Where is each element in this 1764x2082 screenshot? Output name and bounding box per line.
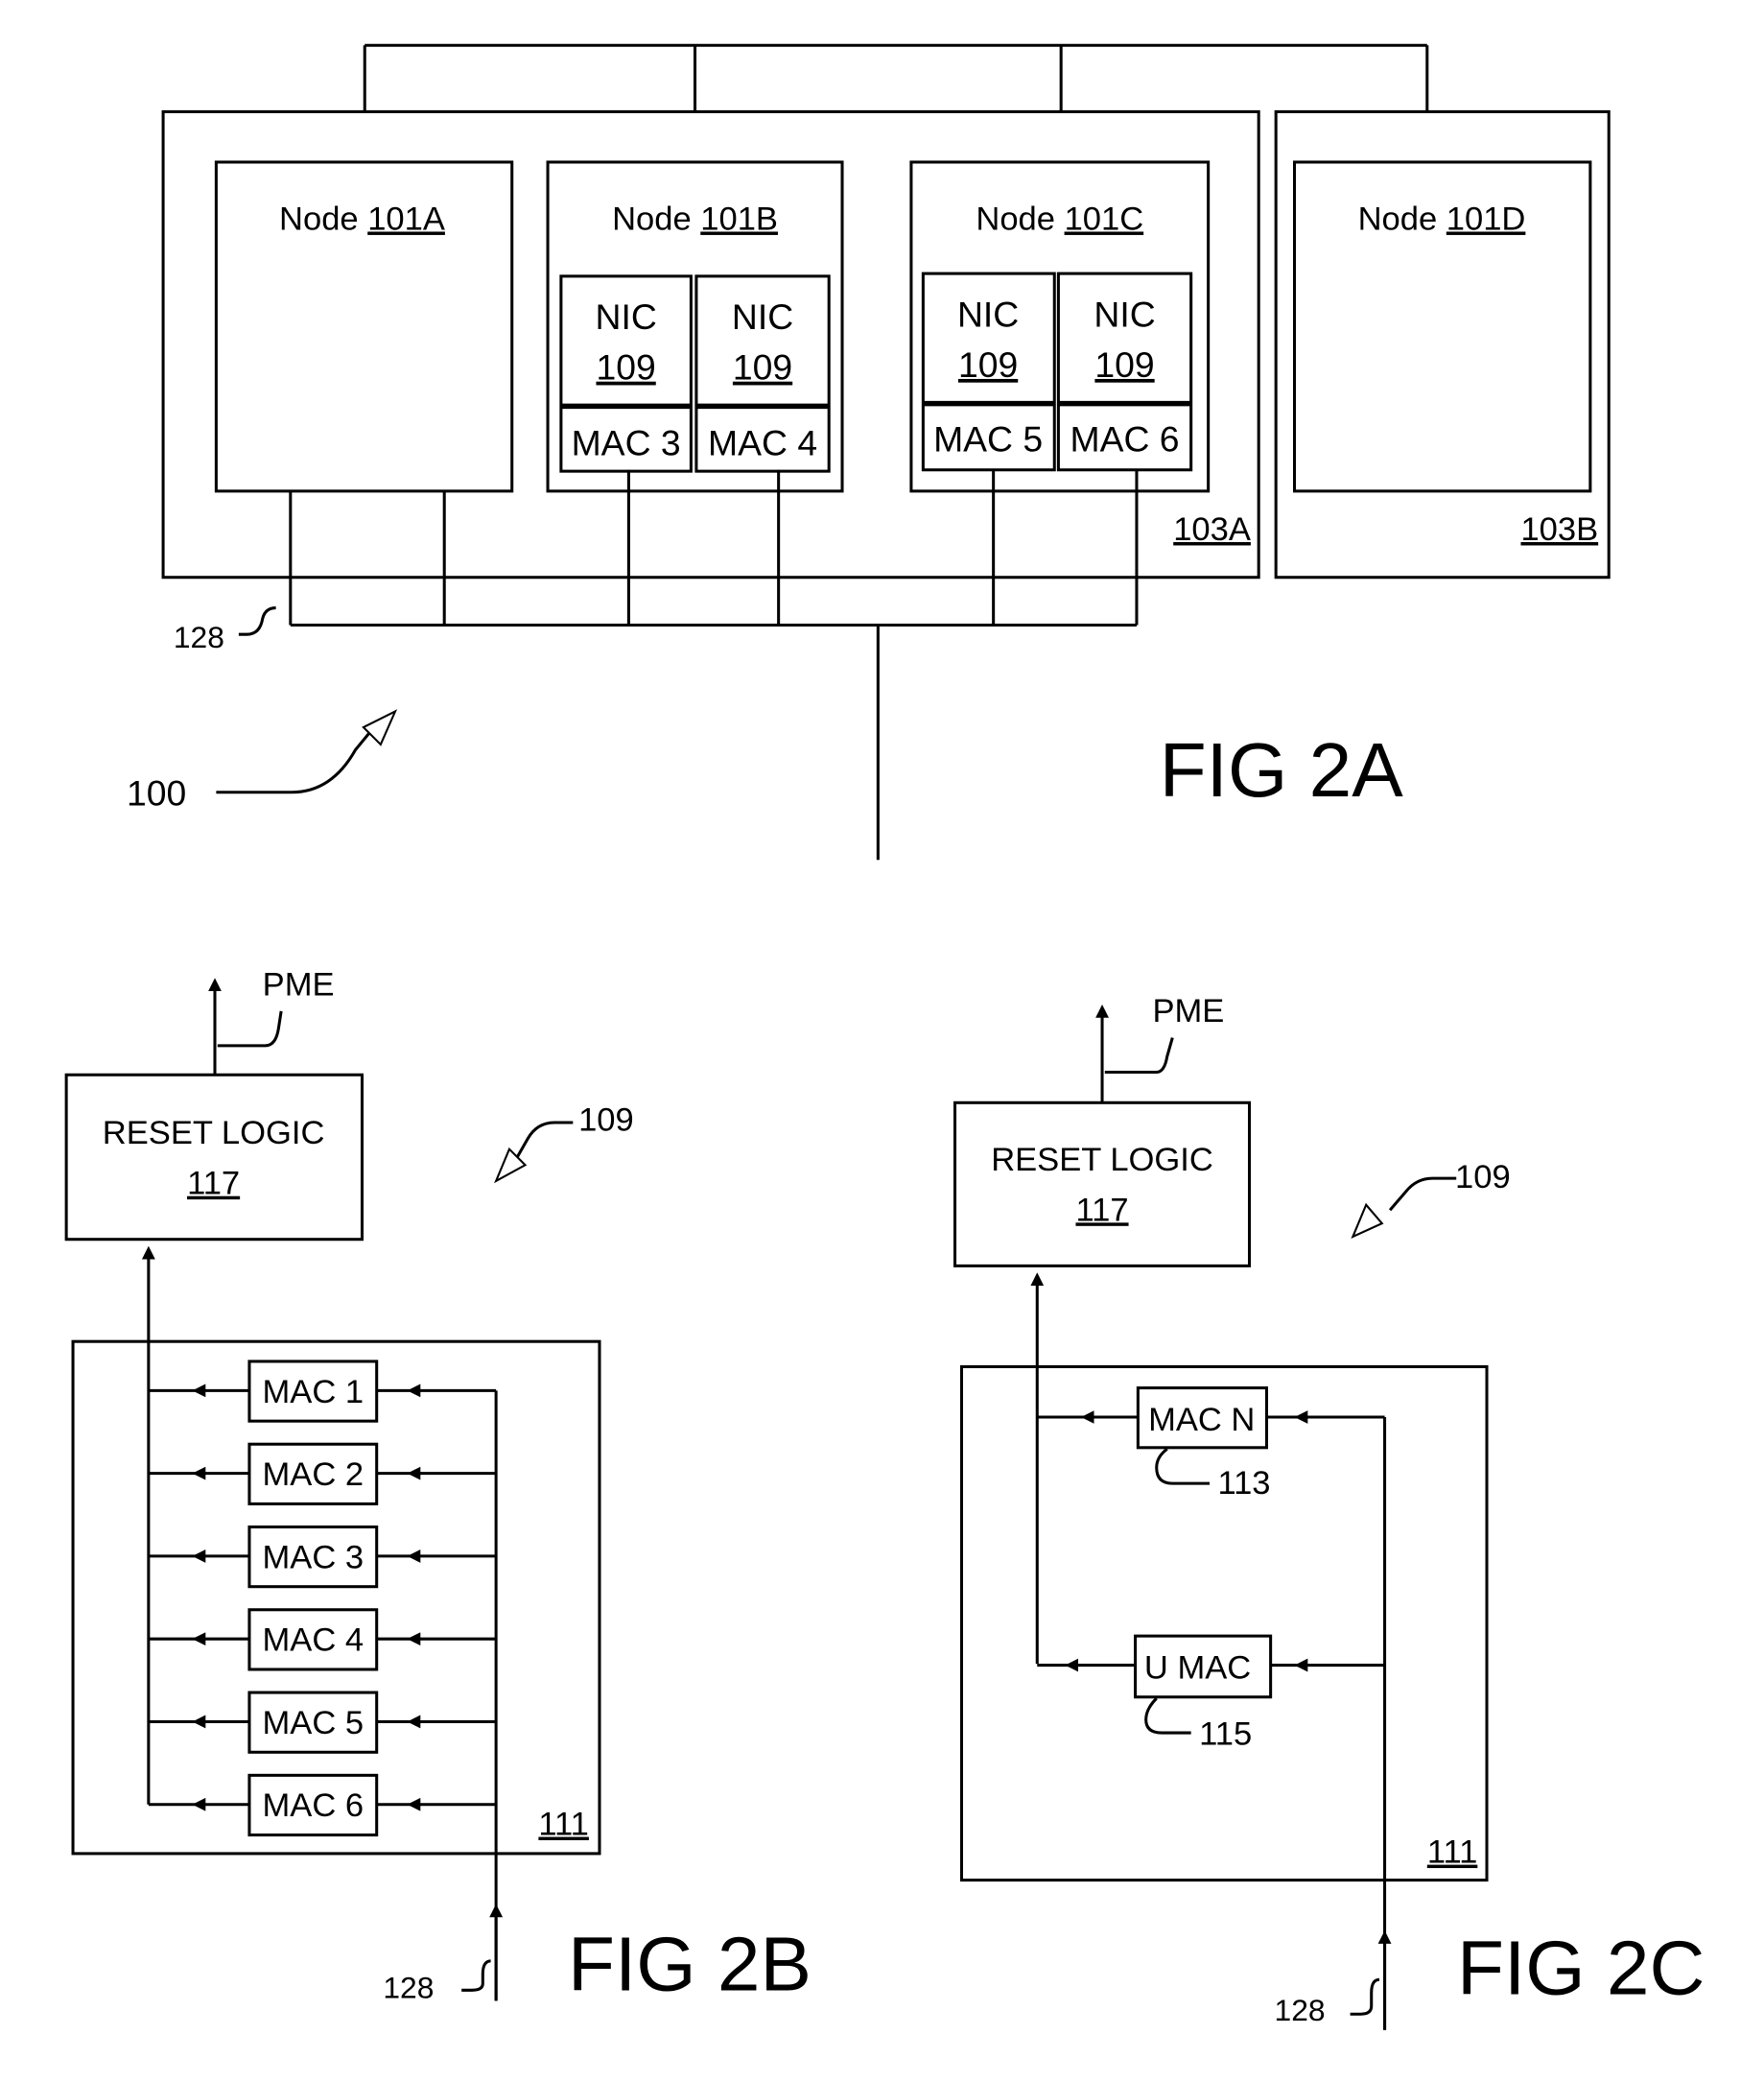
nic-label: NIC [732, 296, 793, 337]
fig-2b-title: FIG 2B [568, 1920, 811, 2006]
nic-109-leader [515, 1121, 574, 1158]
mac-label: MAC 1 [263, 1374, 365, 1410]
bus-128-ref: 128 [383, 1971, 434, 2005]
node-101b-label: Node 101B [612, 201, 778, 237]
container-111-ref: 111 [538, 1807, 589, 1843]
bus-128-leader [1350, 1977, 1380, 2016]
reset-logic-label: RESET LOGIC [991, 1142, 1213, 1178]
mac-5-label: MAC 5 [933, 418, 1043, 459]
enclosure-103a-label: 103A [1173, 511, 1251, 548]
nic-ref: 109 [958, 344, 1018, 385]
enclosure-103b-label: 103B [1520, 511, 1598, 548]
fig-2a: 103A 103B Node 101A Node 101B NIC 109 MA… [127, 43, 1611, 861]
nic-label: NIC [1094, 294, 1155, 334]
node-101c-label: Node 101C [976, 201, 1143, 237]
reset-logic-117 [953, 1100, 1252, 1267]
nic-ref: 109 [733, 347, 792, 388]
pme-leader [1104, 1037, 1174, 1075]
mac-label: MAC 3 [263, 1539, 365, 1575]
nic-label: NIC [595, 296, 656, 337]
nic-label: NIC [957, 294, 1019, 334]
mac-label: MAC 2 [263, 1456, 365, 1493]
nic-109-ref: 109 [1455, 1159, 1511, 1195]
mac-3-label: MAC 3 [572, 423, 681, 463]
mac-n-ref: 113 [1217, 1465, 1270, 1502]
pme-label: PME [263, 966, 335, 1003]
bus-128-ref: 128 [1275, 1993, 1326, 2027]
hollow-arrow-icon [494, 1147, 528, 1184]
mac-label: MAC 6 [263, 1787, 365, 1824]
mac-label: MAC 4 [263, 1622, 365, 1659]
hollow-arrow-icon [362, 709, 398, 746]
reset-logic-ref: 117 [1075, 1192, 1128, 1228]
fig-2b: PME RESET LOGIC 117 109 111 MAC 1 MAC 2 MA… [64, 966, 811, 2006]
pme-leader [217, 1010, 283, 1048]
mac-label: MAC 5 [263, 1705, 365, 1741]
fig-2a-title: FIG 2A [1160, 726, 1404, 813]
hollow-arrow-icon [1351, 1202, 1384, 1239]
reset-logic-117 [64, 1073, 364, 1242]
reset-logic-label: RESET LOGIC [103, 1115, 325, 1151]
patent-figure: 103A 103B Node 101A Node 101B NIC 109 MA… [64, 43, 1705, 2030]
system-100-ref: 100 [127, 773, 186, 814]
bus-128-ref: 128 [174, 620, 224, 654]
bus-128-leader [461, 1959, 491, 1992]
umac-ref: 115 [1199, 1716, 1252, 1753]
reset-logic-ref: 117 [187, 1166, 240, 1202]
container-111-ref: 111 [1427, 1834, 1478, 1871]
nic-ref: 109 [1094, 344, 1154, 385]
nic-ref: 109 [596, 347, 655, 388]
bus-128-leader [238, 606, 276, 636]
fig-2c-title: FIG 2C [1457, 1924, 1705, 2010]
mac-4-label: MAC 4 [708, 423, 817, 463]
node-101a-label: Node 101A [279, 201, 445, 237]
mac-n-label: MAC N [1148, 1402, 1255, 1438]
umac-label: U MAC [1144, 1649, 1251, 1686]
system-100-leader [216, 726, 376, 794]
pme-label: PME [1152, 993, 1224, 1029]
fig-2c: PME RESET LOGIC 117 109 111 MAC N 113 U … [953, 993, 1705, 2030]
mac-6-label: MAC 6 [1070, 418, 1179, 459]
nic-109-leader [1388, 1176, 1457, 1212]
nic-109-ref: 109 [578, 1101, 634, 1138]
node-101d-label: Node 101D [1358, 201, 1526, 237]
